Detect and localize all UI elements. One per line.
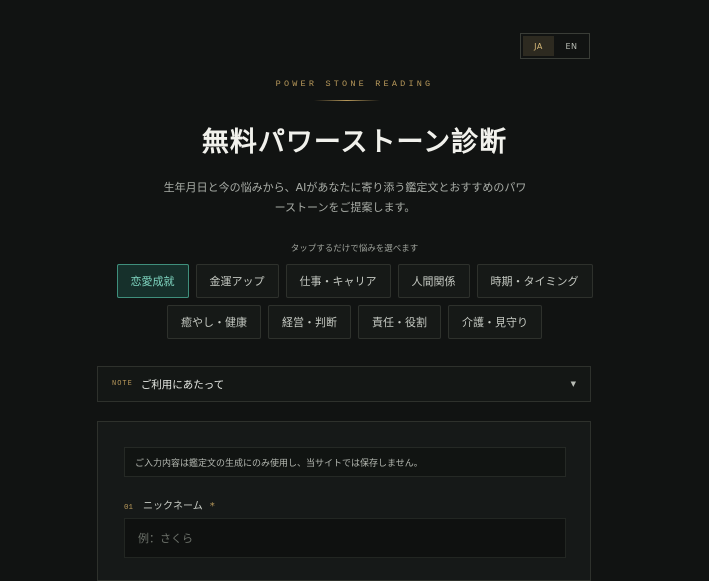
required-mark: * bbox=[209, 501, 215, 512]
nickname-input[interactable] bbox=[124, 518, 566, 558]
language-switch: JA EN bbox=[520, 33, 590, 59]
page-title: 無料パワーストーン診断 bbox=[201, 127, 508, 158]
lang-en-button[interactable]: EN bbox=[556, 36, 587, 56]
nickname-label-row: 01 ニックネーム * bbox=[124, 497, 215, 512]
concern-chip-caregiving[interactable]: 介護・見守り bbox=[448, 305, 542, 339]
eyebrow-divider bbox=[314, 100, 380, 101]
eyebrow-label: POWER STONE READING bbox=[275, 79, 434, 89]
page-subtitle: 生年月日と今の悩みから、AIがあなたに寄り添う鑑定文とおすすめのパワーストーンを… bbox=[163, 181, 527, 214]
concern-chip-timing[interactable]: 時期・タイミング bbox=[476, 264, 593, 298]
concern-chip-career[interactable]: 仕事・キャリア bbox=[285, 264, 391, 298]
concern-chip-love[interactable]: 恋愛成就 bbox=[116, 264, 189, 298]
note-accordion[interactable]: NOTE ご利用にあたって ▼ bbox=[97, 366, 591, 402]
field-number: 01 bbox=[124, 504, 134, 512]
concern-chip-healing[interactable]: 癒やし・健康 bbox=[167, 305, 261, 339]
concern-hint: タップするだけで悩みを選べます bbox=[290, 244, 419, 254]
concern-chip-responsibility[interactable]: 責任・役割 bbox=[358, 305, 441, 339]
caret-down-icon: ▼ bbox=[570, 380, 576, 388]
concern-chip-row-2: 癒やし・健康 経営・判断 責任・役割 介護・見守り bbox=[0, 305, 709, 339]
nickname-label: ニックネーム bbox=[143, 501, 203, 512]
concern-chip-management[interactable]: 経営・判断 bbox=[268, 305, 351, 339]
note-title: ご利用にあたって bbox=[140, 378, 225, 391]
note-tag: NOTE bbox=[112, 380, 133, 388]
diagnosis-form: ご入力内容は鑑定文の生成にのみ使用し、当サイトでは保存しません。 01 ニックネ… bbox=[97, 421, 591, 581]
concern-chip-row-1: 恋愛成就 金運アップ 仕事・キャリア 人間関係 時期・タイミング bbox=[0, 264, 709, 298]
lang-ja-button[interactable]: JA bbox=[523, 36, 554, 56]
concern-chip-relationships[interactable]: 人間関係 bbox=[397, 264, 470, 298]
concern-chip-money[interactable]: 金運アップ bbox=[195, 264, 279, 298]
privacy-notice: ご入力内容は鑑定文の生成にのみ使用し、当サイトでは保存しません。 bbox=[124, 447, 566, 477]
